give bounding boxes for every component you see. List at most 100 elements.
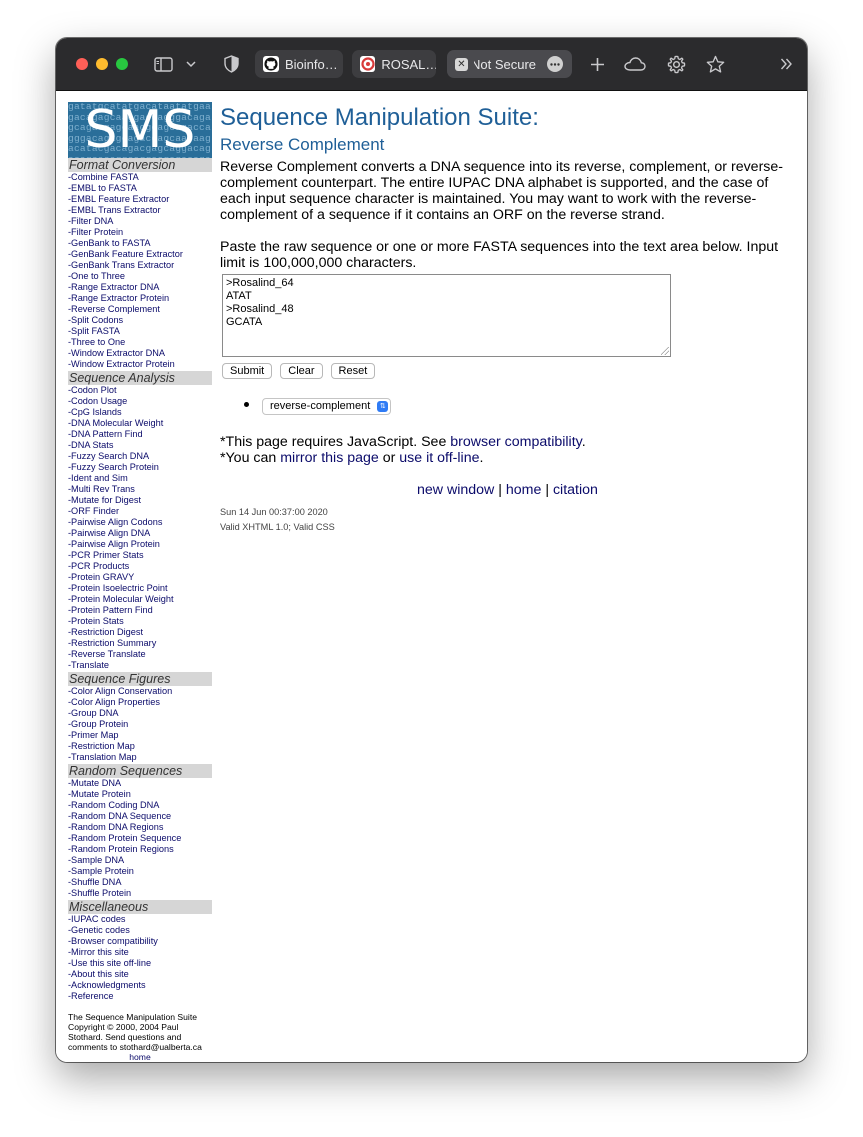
sidebar-link[interactable]: -Multi Rev Trans <box>68 484 212 495</box>
zoom-window-button[interactable] <box>116 58 128 70</box>
sidebar-link[interactable]: -Ident and Sim <box>68 473 212 484</box>
sidebar-link[interactable]: -Primer Map <box>68 730 212 741</box>
mode-select[interactable]: reverse-complement ⇅ <box>262 398 392 415</box>
gear-icon[interactable] <box>666 54 686 74</box>
resize-grip-icon[interactable] <box>661 347 669 355</box>
browser-compatibility-link[interactable]: browser compatibility <box>450 434 581 450</box>
sidebar-link[interactable]: -Random Coding DNA <box>68 800 212 811</box>
offline-link[interactable]: use it off-line <box>399 450 479 466</box>
sidebar-link[interactable]: -Mirror this site <box>68 947 212 958</box>
sidebar-link[interactable]: -Codon Plot <box>68 385 212 396</box>
sidebar-link[interactable]: -Combine FASTA <box>68 172 212 183</box>
sidebar-link[interactable]: -About this site <box>68 969 212 980</box>
sidebar-link[interactable]: -Genetic codes <box>68 925 212 936</box>
sidebar-link[interactable]: -ORF Finder <box>68 506 212 517</box>
chevron-double-right-icon[interactable] <box>778 56 794 72</box>
close-window-button[interactable] <box>76 58 88 70</box>
sidebar-link[interactable]: -Window Extractor DNA <box>68 348 212 359</box>
sidebar-link[interactable]: -Translation Map <box>68 752 212 763</box>
chevron-down-icon[interactable] <box>184 57 198 71</box>
sidebar-link[interactable]: -PCR Products <box>68 561 212 572</box>
sidebar-link[interactable]: -Pairwise Align Protein <box>68 539 212 550</box>
sidebar-link[interactable]: -Acknowledgments <box>68 980 212 991</box>
sidebar-link[interactable]: -Split Codons <box>68 315 212 326</box>
new-tab-icon[interactable] <box>588 55 606 73</box>
sidebar-link[interactable]: -Random DNA Sequence <box>68 811 212 822</box>
sidebar-link[interactable]: -Fuzzy Search Protein <box>68 462 212 473</box>
footer-home-link[interactable]: home <box>68 1052 212 1062</box>
sidebar-link[interactable]: -Protein Molecular Weight <box>68 594 212 605</box>
sequence-textarea[interactable]: >Rosalind_64 ATAT >Rosalind_48 GCATA <box>222 274 671 357</box>
sidebar-link[interactable]: -Color Align Properties <box>68 697 212 708</box>
sidebar-link[interactable]: -Color Align Conservation <box>68 686 212 697</box>
sidebar-link[interactable]: -Sample Protein <box>68 866 212 877</box>
sidebar-link[interactable]: -Restriction Summary <box>68 638 212 649</box>
sidebar-link[interactable]: -Shuffle Protein <box>68 888 212 899</box>
sidebar-link[interactable]: -Protein Stats <box>68 616 212 627</box>
sidebar-link[interactable]: -Mutate DNA <box>68 778 212 789</box>
sidebar-link[interactable]: -DNA Pattern Find <box>68 429 212 440</box>
sidebar-link[interactable]: -Mutate Protein <box>68 789 212 800</box>
sidebar-link[interactable]: -Fuzzy Search DNA <box>68 451 212 462</box>
sidebar-link[interactable]: -Reverse Complement <box>68 304 212 315</box>
more-icon[interactable] <box>547 56 563 72</box>
sidebar-link[interactable]: -IUPAC codes <box>68 914 212 925</box>
sidebar-link[interactable]: -EMBL to FASTA <box>68 183 212 194</box>
sidebar-toggle-icon[interactable] <box>153 55 173 73</box>
sidebar-link[interactable]: -Shuffle DNA <box>68 877 212 888</box>
sidebar-link[interactable]: -DNA Stats <box>68 440 212 451</box>
sidebar-link[interactable]: -Filter Protein <box>68 227 212 238</box>
sidebar-link[interactable]: -Split FASTA <box>68 326 212 337</box>
sidebar-link[interactable]: -Range Extractor Protein <box>68 293 212 304</box>
sidebar-link[interactable]: -DNA Molecular Weight <box>68 418 212 429</box>
sidebar-link[interactable]: -Range Extractor DNA <box>68 282 212 293</box>
sidebar-link[interactable]: -Filter DNA <box>68 216 212 227</box>
new-window-link[interactable]: new window <box>417 482 494 498</box>
sidebar-link[interactable]: -Use this site off-line <box>68 958 212 969</box>
tab-github[interactable]: Bioinfo… <box>255 50 343 78</box>
citation-link[interactable]: citation <box>553 482 598 498</box>
sidebar-link[interactable]: -Window Extractor Protein <box>68 359 212 370</box>
sidebar-link[interactable]: -Sample DNA <box>68 855 212 866</box>
sidebar-link[interactable]: -Protein Pattern Find <box>68 605 212 616</box>
sidebar-link[interactable]: -EMBL Trans Extractor <box>68 205 212 216</box>
sidebar-link[interactable]: -Browser compatibility <box>68 936 212 947</box>
sidebar-link[interactable]: -EMBL Feature Extractor <box>68 194 212 205</box>
sidebar-link[interactable]: -Pairwise Align DNA <box>68 528 212 539</box>
star-icon[interactable] <box>705 54 725 74</box>
sidebar-link[interactable]: -Random Protein Sequence <box>68 833 212 844</box>
sidebar-link[interactable]: -Three to One <box>68 337 212 348</box>
sidebar-link[interactable]: -Translate <box>68 660 212 671</box>
sidebar-link[interactable]: -Protein GRAVY <box>68 572 212 583</box>
sidebar-link[interactable]: -PCR Primer Stats <box>68 550 212 561</box>
tab-rosalind[interactable]: ROSAL… <box>352 50 436 78</box>
sidebar-link[interactable]: -Reference <box>68 991 212 1002</box>
sidebar-link[interactable]: -Random Protein Regions <box>68 844 212 855</box>
sidebar-link[interactable]: -One to Three <box>68 271 212 282</box>
sidebar-link[interactable]: -Restriction Digest <box>68 627 212 638</box>
sidebar-link[interactable]: -Random DNA Regions <box>68 822 212 833</box>
sidebar-link[interactable]: -Pairwise Align Codons <box>68 517 212 528</box>
sms-logo[interactable]: gatatgcatatgacataatatgaagacagagcaaggacca… <box>68 102 212 158</box>
sidebar-link[interactable]: -Restriction Map <box>68 741 212 752</box>
cloud-icon[interactable] <box>623 55 647 73</box>
sidebar-link[interactable]: -Reverse Translate <box>68 649 212 660</box>
sidebar-link[interactable]: -Protein Isoelectric Point <box>68 583 212 594</box>
mirror-page-link[interactable]: mirror this page <box>280 450 379 466</box>
sidebar-link[interactable]: -Mutate for Digest <box>68 495 212 506</box>
clear-button[interactable]: Clear <box>280 363 323 379</box>
sidebar-link[interactable]: -CpG Islands <box>68 407 212 418</box>
submit-button[interactable]: Submit <box>222 363 273 379</box>
home-link[interactable]: home <box>506 482 542 498</box>
close-icon[interactable]: ✕ <box>455 57 468 71</box>
shield-icon[interactable] <box>222 54 240 74</box>
reset-button[interactable]: Reset <box>330 363 376 379</box>
sidebar-link[interactable]: -GenBank Trans Extractor <box>68 260 212 271</box>
sidebar-link[interactable]: -Group DNA <box>68 708 212 719</box>
sidebar-link[interactable]: -Group Protein <box>68 719 212 730</box>
sidebar-link[interactable]: -GenBank Feature Extractor <box>68 249 212 260</box>
sidebar-link[interactable]: -GenBank to FASTA <box>68 238 212 249</box>
sidebar-link[interactable]: -Codon Usage <box>68 396 212 407</box>
tab-active[interactable]: ✕ Not Secure <box>447 50 572 78</box>
minimize-window-button[interactable] <box>96 58 108 70</box>
